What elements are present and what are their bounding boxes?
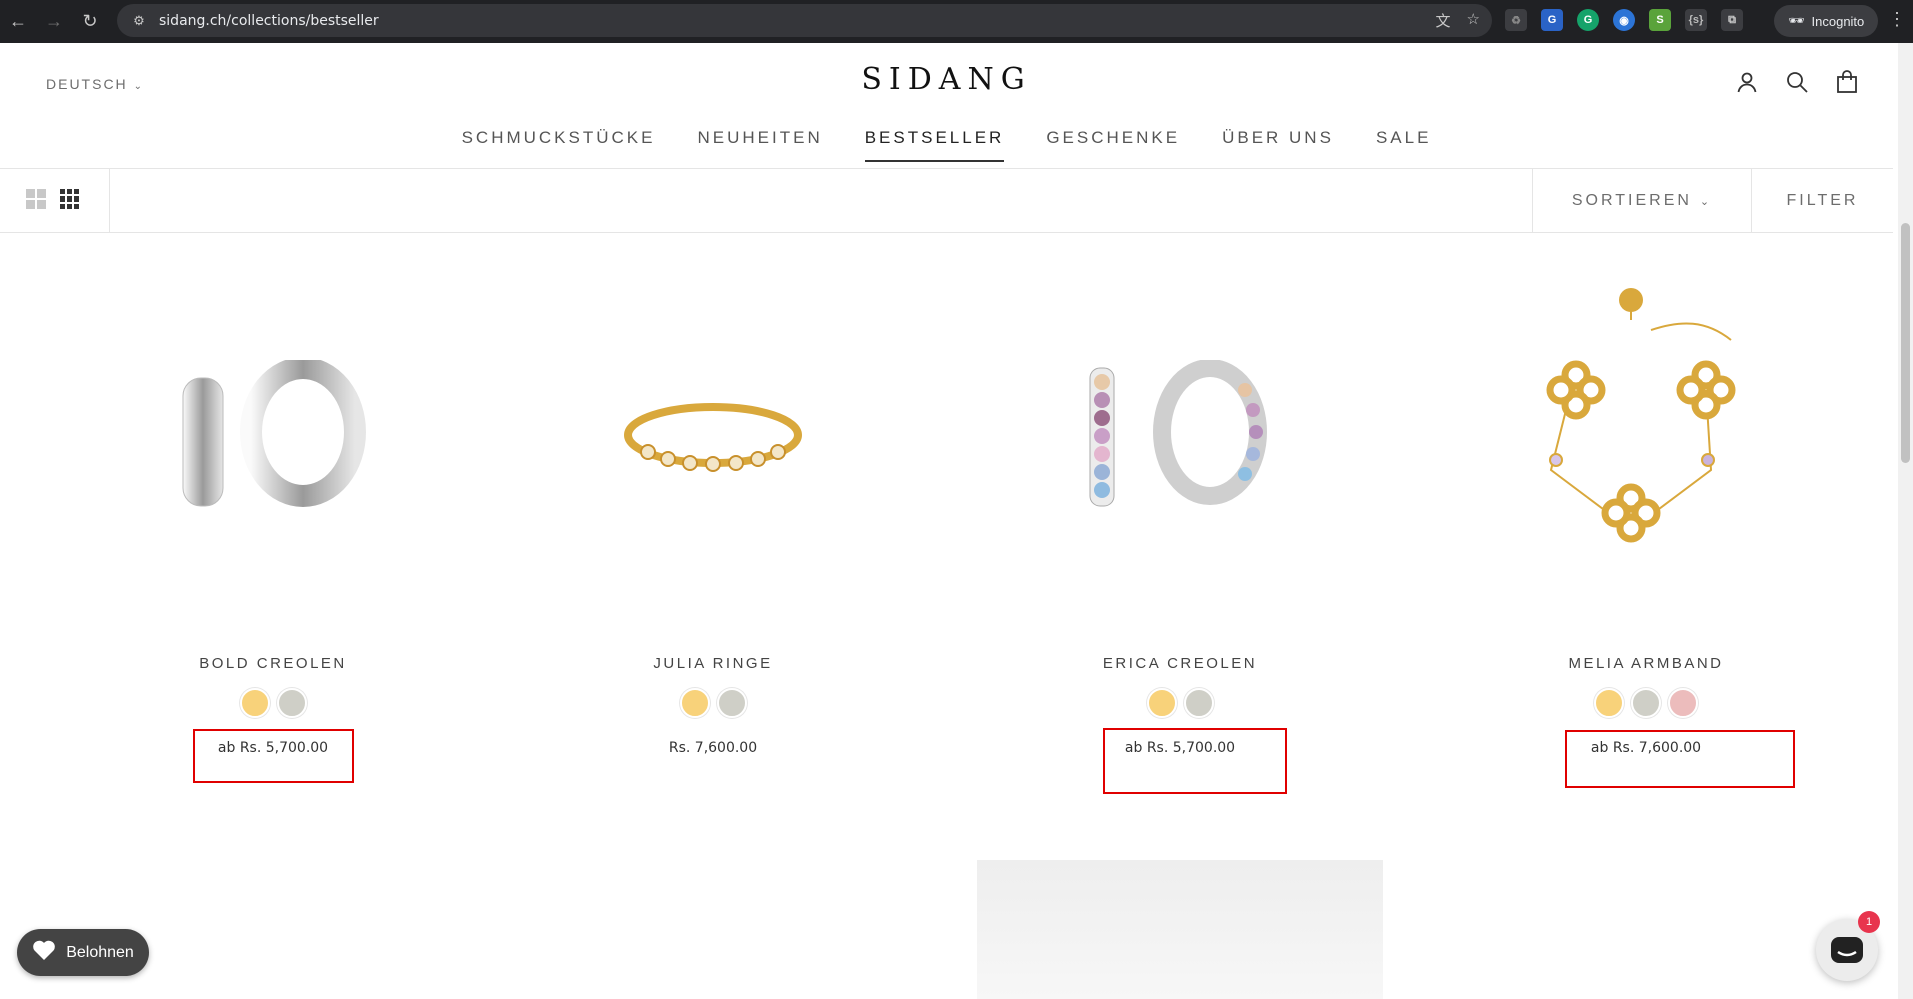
heart-icon (32, 939, 56, 966)
chat-button[interactable]: 1 (1816, 911, 1880, 981)
site-logo[interactable]: SIDANG (0, 62, 1893, 97)
rewards-button[interactable]: Belohnen (17, 929, 149, 976)
swatch-gold[interactable] (1594, 688, 1624, 718)
incognito-icon: 🕶 (1788, 13, 1805, 28)
swatch-silver[interactable] (1631, 688, 1661, 718)
puzzle-extensions-icon[interactable]: ⧉ (1721, 9, 1743, 31)
nav-item-bestseller[interactable]: BESTSELLER (864, 128, 1005, 162)
color-swatches (480, 688, 946, 718)
sort-label: SORTIEREN (1571, 192, 1692, 209)
price-highlight-box (1565, 730, 1795, 788)
translate-extension-icon[interactable]: G (1541, 9, 1563, 31)
hoop-earrings-image (182, 360, 366, 507)
cart-bag-icon[interactable] (1835, 70, 1859, 94)
incognito-badge[interactable]: 🕶 Incognito (1774, 5, 1879, 37)
product-name[interactable]: JULIA RINGE (480, 655, 946, 672)
nav-item-geschenke[interactable]: GESCHENKE (1046, 128, 1180, 162)
main-navigation: SCHMUCKSTÜCKE NEUHEITEN BESTSELLER GESCH… (0, 128, 1893, 162)
swatch-rose[interactable] (1668, 688, 1698, 718)
shopify-extension-icon[interactable]: S (1649, 9, 1671, 31)
circle-extension-icon[interactable]: ◉ (1613, 9, 1635, 31)
swatch-silver[interactable] (276, 688, 307, 718)
page-scrollbar[interactable] (1898, 43, 1913, 999)
color-swatches (947, 688, 1413, 718)
product-image-placeholder[interactable] (977, 860, 1383, 999)
filter-button[interactable]: FILTER (1751, 169, 1893, 233)
swatch-gold[interactable] (1146, 688, 1177, 718)
account-icon[interactable] (1735, 70, 1759, 94)
url-text[interactable]: sidang.ch/collections/bestseller (159, 13, 379, 29)
bookmark-star-icon[interactable]: ☆ (1467, 10, 1480, 31)
product-image[interactable] (1413, 245, 1879, 625)
product-image[interactable] (40, 245, 506, 625)
chat-notification-badge: 1 (1858, 911, 1880, 933)
nav-item-ueber-uns[interactable]: ÜBER UNS (1222, 128, 1334, 162)
grid-three-columns-icon[interactable] (60, 189, 80, 209)
rewards-label: Belohnen (66, 943, 134, 961)
product-card[interactable]: MELIA ARMBAND ab Rs. 7,600.00 (1413, 245, 1879, 756)
product-name[interactable]: BOLD CREOLEN (40, 655, 506, 672)
swatch-gold[interactable] (679, 688, 710, 718)
grammarly-extension-icon[interactable]: G (1577, 9, 1599, 31)
swatch-gold[interactable] (239, 688, 270, 718)
address-bar[interactable]: ⚙ sidang.ch/collections/bestseller 文 ☆ (117, 4, 1492, 37)
chevron-down-icon: ⌄ (1699, 195, 1713, 208)
site-info-icon[interactable]: ⚙ (129, 11, 149, 31)
scrollbar-thumb[interactable] (1901, 223, 1910, 463)
ring-image (624, 403, 802, 472)
collection-toolbar: SORTIEREN ⌄ FILTER (0, 169, 1893, 233)
recycle-extension-icon[interactable]: ♻ (1505, 9, 1527, 31)
search-icon[interactable] (1785, 70, 1809, 94)
sort-button[interactable]: SORTIEREN ⌄ (1532, 169, 1751, 233)
hoop-earrings-image (1089, 360, 1267, 507)
forward-icon[interactable]: → (36, 4, 72, 40)
grid-two-columns-icon[interactable] (26, 189, 46, 209)
browser-toolbar: ← → ↻ ⚙ sidang.ch/collections/bestseller… (0, 0, 1913, 43)
browser-menu-icon[interactable]: ⋮ (1888, 9, 1906, 30)
nav-item-schmuckstuecke[interactable]: SCHMUCKSTÜCKE (462, 128, 656, 162)
product-image[interactable] (947, 245, 1413, 625)
product-card[interactable]: BOLD CREOLEN ab Rs. 5,700.00 (40, 245, 506, 756)
code-extension-icon[interactable]: {s} (1685, 9, 1707, 31)
swatch-silver[interactable] (1183, 688, 1214, 718)
product-image[interactable] (480, 245, 946, 625)
product-card[interactable]: JULIA RINGE Rs. 7,600.00 (480, 245, 946, 756)
nav-item-neuheiten[interactable]: NEUHEITEN (697, 128, 822, 162)
product-name[interactable]: ERICA CREOLEN (947, 655, 1413, 672)
bracelet-image (1546, 288, 1736, 543)
header-actions (1735, 70, 1859, 94)
color-swatches (1413, 688, 1879, 718)
translate-icon[interactable]: 文 (1436, 10, 1451, 31)
price-highlight-box (1103, 728, 1287, 794)
layout-toggle (0, 169, 110, 233)
back-icon[interactable]: ← (0, 4, 36, 40)
color-swatches (40, 688, 506, 718)
swatch-silver[interactable] (716, 688, 747, 718)
product-card[interactable]: ERICA CREOLEN ab Rs. 5,700.00 (947, 245, 1413, 756)
incognito-label: Incognito (1811, 13, 1865, 29)
chat-bubble-icon (1831, 937, 1863, 963)
price-highlight-box (193, 729, 354, 783)
product-price: Rs. 7,600.00 (668, 740, 758, 756)
nav-item-sale[interactable]: SALE (1376, 128, 1431, 162)
reload-icon[interactable]: ↻ (72, 4, 108, 40)
product-name[interactable]: MELIA ARMBAND (1413, 655, 1879, 672)
extensions-bar: ♻ G G ◉ S {s} ⧉ (1505, 9, 1743, 31)
